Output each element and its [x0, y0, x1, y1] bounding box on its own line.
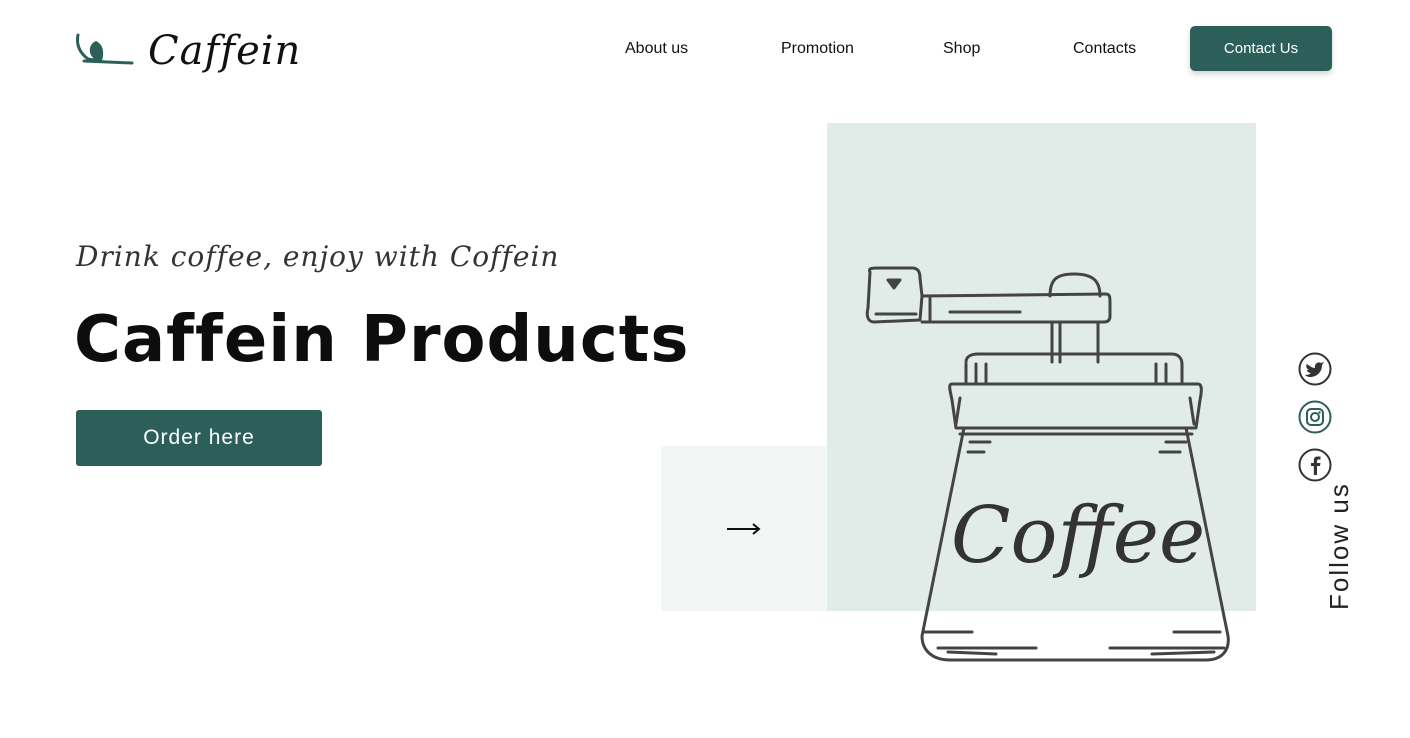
order-here-button[interactable]: Order here [76, 410, 322, 466]
nav-item-contacts[interactable]: Contacts [1073, 26, 1136, 71]
arrow-right-icon [727, 522, 761, 535]
instagram-link[interactable] [1298, 400, 1332, 434]
coffee-jar-label: Coffee [951, 491, 1205, 581]
nav-item-about-us[interactable]: About us [625, 26, 688, 71]
facebook-icon [1298, 448, 1332, 482]
hero-title: Caffein Products [74, 303, 690, 377]
next-slide-button[interactable] [661, 446, 827, 611]
follow-us-label: Follow us [1324, 482, 1354, 610]
hero-tagline: Drink coffee, enjoy with Coffein [76, 240, 560, 273]
nav-item-shop[interactable]: Shop [943, 26, 980, 71]
twitter-icon [1298, 352, 1332, 386]
contact-us-button[interactable]: Contact Us [1190, 26, 1332, 71]
coffee-grinder-illustration: Coffee [865, 266, 1230, 662]
facebook-link[interactable] [1298, 448, 1332, 482]
twitter-link[interactable] [1298, 352, 1332, 386]
instagram-icon [1298, 400, 1332, 434]
nav-item-promotion[interactable]: Promotion [781, 26, 854, 71]
